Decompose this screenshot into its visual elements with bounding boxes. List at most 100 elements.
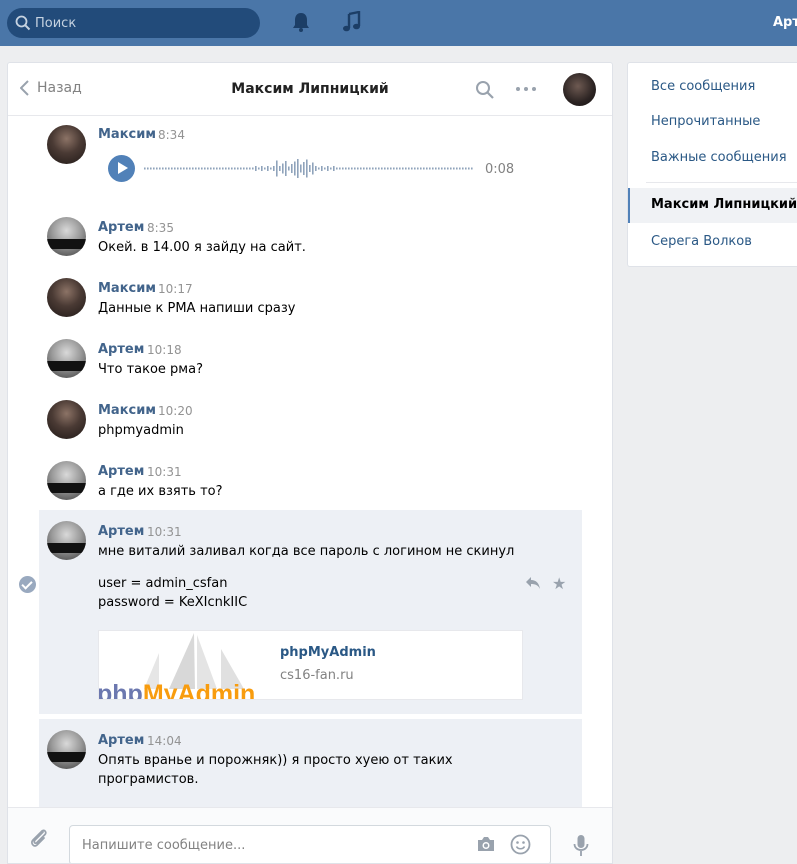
avatar[interactable] (47, 521, 86, 560)
waveform-bar (348, 167, 350, 170)
sidebar-item-unread[interactable]: Непрочитанные (651, 114, 760, 129)
notifications-bell-icon[interactable] (291, 11, 311, 37)
waveform-bar (264, 167, 266, 170)
waveform-bar (210, 167, 212, 170)
message-item-selected[interactable]: Артем 14:04 Опять вранье и порожняк)) я … (8, 719, 612, 807)
waveform-bar (417, 167, 419, 170)
sidebar-conversation[interactable]: Серега Волков (651, 234, 752, 249)
play-button[interactable] (108, 155, 135, 182)
message-author[interactable]: Максим (98, 127, 156, 142)
waveform-bar (192, 167, 194, 170)
message-text-line: password = KeXIcnkIIC (98, 595, 248, 610)
avatar[interactable] (47, 217, 86, 256)
camera-icon[interactable] (476, 836, 496, 856)
message-composer (8, 807, 612, 863)
waveform-bar (324, 167, 326, 170)
waveform-bar (387, 167, 389, 170)
avatar[interactable] (47, 730, 86, 769)
waveform-bar (207, 167, 209, 170)
waveform-bar (255, 166, 257, 171)
waveform-bar (186, 167, 188, 170)
message-author[interactable]: Артем (98, 464, 144, 479)
link-preview-card[interactable]: phpMyAdmin phpMyAdmin cs16-fan.ru (98, 630, 523, 700)
search-input[interactable] (35, 8, 250, 38)
message-author[interactable]: Максим (98, 281, 156, 296)
waveform-bar (345, 167, 347, 170)
conversation-label: Максим Липницкий (651, 197, 797, 212)
waveform-bar (276, 160, 278, 177)
message-time: 10:18 (147, 343, 182, 357)
sidebar-item-all-messages[interactable]: Все сообщения (651, 79, 755, 94)
waveform-bar (462, 167, 464, 170)
waveform-bar (219, 167, 221, 170)
message-author[interactable]: Артем (98, 220, 144, 235)
voice-waveform[interactable] (144, 155, 474, 182)
waveform-bar (318, 167, 320, 170)
waveform-bar (285, 161, 287, 176)
message-item-selected[interactable]: Артем 10:31 мне виталий заливал когда вс… (8, 510, 612, 714)
waveform-bar (432, 167, 434, 170)
message-author[interactable]: Артем (98, 342, 144, 357)
chat-avatar[interactable] (563, 73, 596, 106)
sidebar-item-important[interactable]: Важные сообщения (651, 150, 787, 165)
top-bar: Арт (0, 0, 797, 46)
waveform-bar (177, 167, 179, 170)
waveform-bar (270, 167, 272, 170)
back-button[interactable]: Назад (20, 80, 82, 96)
waveform-bar (150, 167, 152, 170)
link-title[interactable]: phpMyAdmin (280, 645, 376, 660)
search-icon[interactable] (475, 80, 495, 104)
attach-icon[interactable] (28, 827, 50, 853)
waveform-bar (282, 163, 284, 174)
waveform-bar (396, 167, 398, 170)
avatar[interactable] (47, 278, 86, 317)
waveform-bar (261, 166, 263, 171)
waveform-bar (384, 167, 386, 170)
waveform-bar (267, 166, 269, 171)
link-preview-image[interactable]: phpMyAdmin (99, 631, 262, 699)
message-text-line: програмистов. (98, 772, 199, 787)
search-icon (15, 15, 31, 35)
avatar[interactable] (47, 461, 86, 500)
waveform-bar (234, 167, 236, 170)
message-time: 8:34 (158, 128, 185, 142)
waveform-bar (414, 167, 416, 170)
message-time: 14:04 (147, 734, 182, 748)
waveform-bar (375, 167, 377, 170)
star-icon[interactable]: ★ (552, 576, 566, 592)
reply-icon[interactable] (525, 576, 541, 594)
waveform-bar (423, 167, 425, 170)
message-author[interactable]: Максим (98, 403, 156, 418)
waveform-bar (315, 166, 317, 171)
waveform-bar (342, 167, 344, 170)
waveform-bar (201, 167, 203, 170)
chat-panel: Назад Максим Липницкий Максим 8:34 0:08 … (7, 62, 613, 864)
current-user-name[interactable]: Арт (773, 15, 797, 30)
selected-check-icon[interactable] (19, 576, 36, 593)
avatar[interactable] (47, 125, 86, 164)
message-author[interactable]: Артем (98, 524, 144, 539)
message-text: Окей. в 14.00 я зайду на сайт. (98, 240, 306, 255)
waveform-bar (174, 167, 176, 170)
music-icon[interactable] (342, 10, 362, 37)
waveform-bar (411, 167, 413, 170)
waveform-bar (435, 167, 437, 170)
avatar[interactable] (47, 400, 86, 439)
waveform-bar (204, 167, 206, 170)
waveform-bar (366, 167, 368, 170)
message-author[interactable]: Артем (98, 733, 144, 748)
waveform-bar (468, 167, 470, 170)
message-time: 10:17 (158, 282, 193, 296)
microphone-icon[interactable] (573, 834, 589, 862)
avatar[interactable] (47, 339, 86, 378)
waveform-bar (339, 167, 341, 170)
waveform-bar (420, 167, 422, 170)
waveform-bar (159, 167, 161, 170)
sidebar-conversation-active[interactable]: Максим Липницкий (628, 188, 797, 223)
message-list: Максим 8:34 0:08 Артем 8:35 Окей. в 14.0… (8, 117, 612, 807)
emoji-icon[interactable] (510, 834, 531, 859)
messages-sidebar: Все сообщения Непрочитанные Важные сообщ… (627, 62, 797, 267)
chat-header: Назад Максим Липницкий (8, 63, 612, 116)
search-box[interactable] (7, 8, 260, 38)
more-icon[interactable] (516, 87, 536, 91)
